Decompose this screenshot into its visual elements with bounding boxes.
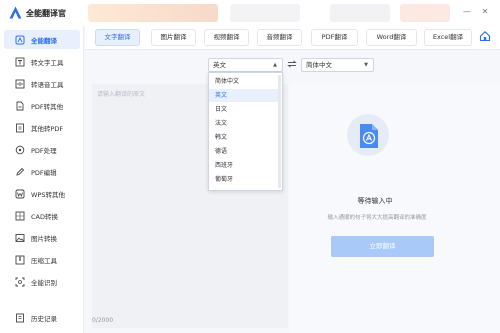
sidebar-item-pdf-to-other[interactable]: PDF转其他 [4,96,80,115]
sidebar-item-label: PDF处理 [31,146,57,155]
text-convert-icon [15,57,25,66]
tab-pdf-translate[interactable]: PDF翻译 [311,29,358,46]
compress-icon [15,255,25,264]
app-title: 全能翻译官 [26,9,66,18]
sidebar-item-image[interactable]: 图片转换 [4,228,80,247]
banner-blur-2 [230,4,300,22]
tab-image-translate[interactable]: 图片翻译 [151,29,196,46]
banner-blur-3 [330,4,390,22]
app-logo-icon [9,6,22,19]
tab-text-translate[interactable]: 文字翻译 [95,29,140,46]
wps-icon [15,189,25,198]
banner-blur [88,4,218,22]
sidebar-item-other-to-pdf[interactable]: 其他转PDF [4,118,80,137]
waiting-subtitle: 输入通顺的句子将大大提高翻译的准确度 [327,215,427,221]
pdf-edit-icon [16,167,25,176]
sidebar: 全能翻译 转文字工具 转语音工具 PDF转其他 其他转PDF PDF处理 PDF… [0,26,84,333]
sidebar-item-label: 其他转PDF [31,124,64,133]
tab-word-translate[interactable]: Word翻译 [366,29,417,46]
sidebar-item-voice-tools[interactable]: 转语音工具 [4,74,80,93]
sidebar-item-label: PDF转其他 [31,102,64,111]
translate-icon [15,35,25,44]
title-bar: 全能翻译官 — ✕ [0,0,500,26]
tab-video-translate[interactable]: 视频翻译 [204,29,249,46]
sidebar-item-label: PDF编辑 [31,168,57,177]
pdf-export-icon [16,101,24,110]
banner-blur-4 [400,4,450,22]
tab-audio-translate[interactable]: 音频翻译 [257,29,302,46]
history-icon [16,313,24,322]
dropdown-option[interactable]: 葡萄牙 [209,173,278,186]
dropdown-option-selected[interactable]: 英文 [209,89,278,102]
char-count: 0/2000 [92,317,114,324]
sidebar-item-label: WPS转其他 [31,190,65,199]
pdf-import-icon [16,123,24,132]
dropdown-option[interactable]: 法文 [209,117,278,130]
waiting-title: 等待输入中 [357,197,393,205]
sidebar-item-text-tools[interactable]: 转文字工具 [4,52,80,71]
language-dropdown: 简体中文 英文 日文 法文 韩文 德语 西班牙 葡萄牙 [208,72,283,191]
sidebar-item-pdf-edit[interactable]: PDF编辑 [4,162,80,181]
tab-excel-translate[interactable]: Excel翻译 [424,29,472,46]
source-language-value: 英文 [213,61,226,69]
sidebar-item-translate[interactable]: 全能翻译 [4,30,80,49]
home-icon[interactable] [479,30,491,42]
target-language-value: 简体中文 [306,61,332,69]
sidebar-item-pdf-process[interactable]: PDF处理 [4,140,80,159]
image-icon [15,233,25,242]
sidebar-item-label: 图片转换 [31,234,57,243]
sidebar-item-label: 全能识别 [31,278,57,287]
recognize-icon [15,277,25,286]
pdf-process-icon [15,145,25,154]
translate-now-button[interactable]: 立即翻译 [331,236,434,257]
dropdown-option[interactable]: 日文 [209,103,278,116]
sidebar-item-label: 历史记录 [31,314,57,323]
target-language-select[interactable]: 简体中文 ▼ [301,58,374,72]
close-icon[interactable]: ✕ [480,7,490,17]
dropdown-option[interactable]: 西班牙 [209,159,278,172]
document-translate-icon [360,124,378,148]
sidebar-item-recognize[interactable]: 全能识别 [4,272,80,291]
sidebar-item-label: 转文字工具 [31,58,64,67]
source-placeholder: 请输入翻译的原文 [97,91,146,98]
sidebar-item-compress[interactable]: 压缩工具 [4,250,80,269]
sidebar-item-label: CAD转换 [31,212,58,221]
sidebar-item-cad[interactable]: CAD转换 [4,206,80,225]
sidebar-item-label: 全能翻译 [31,36,57,45]
sidebar-item-label: 转语音工具 [31,80,64,89]
minimize-icon[interactable]: — [462,7,472,17]
sidebar-item-label: 压缩工具 [31,256,57,265]
swap-icon[interactable] [287,60,297,68]
dropdown-scrollbar[interactable] [278,75,281,188]
chevron-down-icon: ▼ [364,62,368,68]
dropdown-option[interactable]: 德语 [209,145,278,158]
source-language-select[interactable]: 英文 ▲ [208,58,283,72]
voice-icon [15,79,25,88]
cad-icon [15,211,25,220]
dropdown-option[interactable]: 韩文 [209,131,278,144]
sidebar-item-history[interactable]: 历史记录 [4,308,80,327]
sidebar-item-wps-to-other[interactable]: WPS转其他 [4,184,80,203]
dropdown-option[interactable]: 简体中文 [209,75,278,88]
chevron-up-icon: ▲ [273,62,277,68]
result-panel [290,84,500,333]
